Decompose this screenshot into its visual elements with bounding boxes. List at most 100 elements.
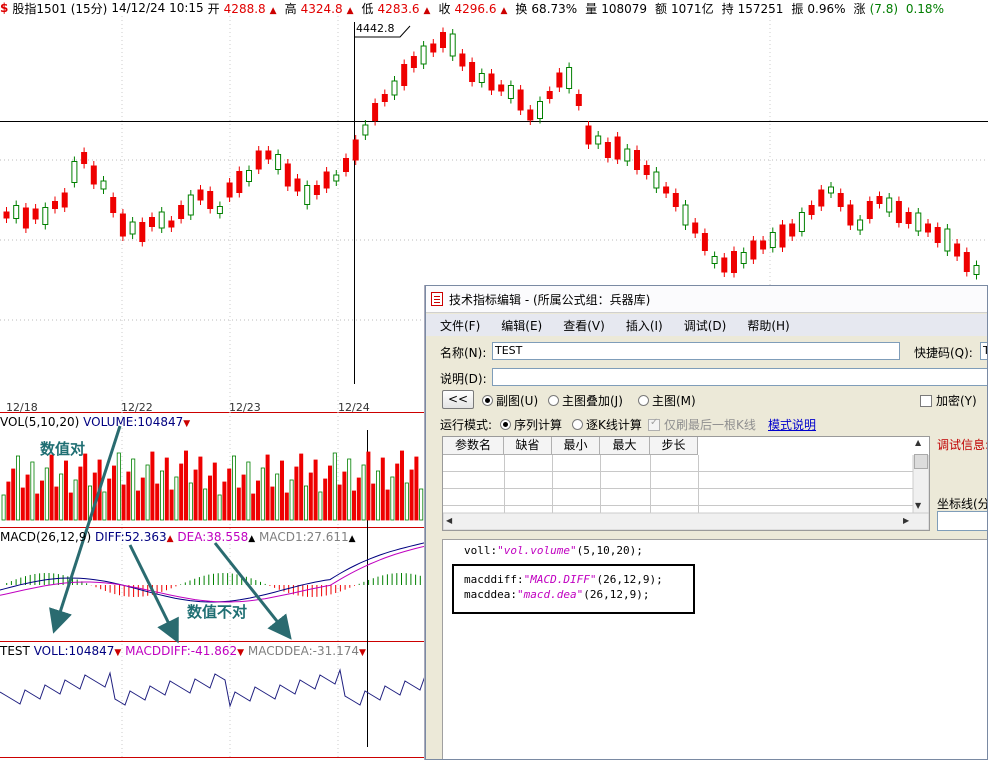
candle-body: [711, 256, 718, 264]
volume-bar: [318, 491, 323, 521]
candle-body: [818, 189, 825, 207]
candle-body: [352, 139, 359, 161]
candle-body: [798, 212, 805, 232]
scroll-up-icon[interactable]: ▲: [915, 438, 921, 447]
volume-bar: [112, 465, 117, 521]
candle-body: [61, 192, 68, 208]
test-macddea-value: MACDDEA:-31.174: [247, 644, 359, 658]
quote-turnover: 换 68.73%: [515, 1, 578, 16]
candle-body: [886, 197, 893, 213]
volume-bar: [73, 479, 78, 521]
candle-body: [585, 125, 592, 145]
candle-body: [362, 124, 369, 136]
menu-help[interactable]: 帮助(H): [733, 317, 796, 334]
axis-line-field[interactable]: [937, 511, 987, 531]
option-overlay[interactable]: 主图叠加(J): [548, 392, 623, 409]
candle-body: [391, 80, 398, 96]
scrollbar-thumb[interactable]: [914, 454, 928, 469]
date-label: 12/18: [6, 401, 38, 414]
candle-body: [323, 171, 330, 189]
volume-bar: [366, 451, 371, 521]
candle-body: [265, 150, 272, 160]
formula-code-editor[interactable]: voll:"vol.volume"(5,10,20); macddiff:"MA…: [442, 539, 987, 759]
candle-body: [100, 180, 107, 190]
volume-bar: [116, 452, 121, 521]
candle-body: [740, 252, 747, 264]
volume-bar: [59, 473, 64, 521]
volume-bar: [64, 460, 69, 521]
volume-bar: [150, 451, 155, 521]
candle-body: [643, 165, 650, 175]
candle-body: [255, 150, 262, 170]
candle-body: [837, 193, 844, 207]
volume-bar: [404, 482, 409, 521]
volume-bar: [308, 472, 313, 521]
shortcut-field[interactable]: T: [980, 342, 987, 360]
scroll-left-icon[interactable]: ◀: [446, 516, 452, 525]
mode-help-link[interactable]: 模式说明: [768, 416, 816, 433]
option-mainchart[interactable]: 主图(M): [638, 392, 696, 409]
parameter-table[interactable]: 参数名 缺省 最小 最大 步长 ▲ ▼ ◀ ▶: [442, 436, 930, 531]
test-layer: [0, 668, 426, 708]
quote-change: 涨 (7.8) 0.18%: [853, 1, 944, 16]
volume-bar: [183, 450, 188, 521]
volume-bar: [174, 476, 179, 521]
menu-debug[interactable]: 调试(D): [670, 317, 734, 334]
param-header-max[interactable]: 最大: [600, 437, 650, 455]
indicator-editor-dialog[interactable]: 技术指标编辑 - (所属公式组：兵器库) 文件(F) 编辑(E) 查看(V) 插…: [425, 285, 988, 760]
candle-body: [595, 135, 602, 145]
volume-bar: [203, 488, 208, 521]
volume-bar: [323, 478, 328, 521]
param-header-default[interactable]: 缺省: [504, 437, 552, 455]
checkbox-icon: [648, 417, 660, 431]
volume-bar: [337, 484, 342, 521]
param-header-step[interactable]: 步长: [650, 437, 698, 455]
test-pane-header: TEST VOLL:104847▼ MACDDIFF:-41.862▼ MACD…: [0, 644, 366, 658]
candle-body: [944, 228, 951, 252]
run-mode-per-bar[interactable]: 逐K线计算: [572, 416, 642, 433]
volume-bar: [327, 465, 332, 521]
axis-line-label: 坐标线(分: [937, 497, 988, 511]
refresh-last-checkbox[interactable]: 仅刷最后一根K线: [648, 416, 756, 433]
volume-bar: [303, 485, 308, 521]
param-header-min[interactable]: 最小: [552, 437, 600, 455]
vol-pane-header: VOL(5,10,20) VOLUME:104847▼: [0, 415, 191, 429]
scroll-down-icon[interactable]: ▼: [915, 501, 921, 510]
test-title: TEST: [0, 644, 30, 658]
candle-body: [71, 161, 78, 183]
candle-body: [527, 109, 534, 121]
scroll-right-icon[interactable]: ▶: [903, 516, 909, 525]
test-macddiff-value: MACDDIFF:-41.862: [125, 644, 238, 658]
menu-edit[interactable]: 编辑(E): [487, 317, 549, 334]
volume-bar: [145, 464, 150, 521]
candle-body: [246, 170, 252, 182]
volume-bar: [131, 458, 136, 521]
name-field[interactable]: TEST: [492, 342, 900, 360]
volume-bar: [284, 492, 289, 521]
param-header-name[interactable]: 参数名: [443, 437, 504, 455]
dialog-titlebar[interactable]: 技术指标编辑 - (所属公式组：兵器库): [426, 286, 987, 313]
volume-bar: [44, 467, 49, 521]
volume-bar: [270, 486, 275, 521]
macd-dea-line: [0, 545, 426, 603]
volume-bar: [361, 464, 366, 521]
run-mode-sequence[interactable]: 序列计算: [500, 416, 562, 433]
candle-body: [226, 182, 233, 198]
volume-bar: [380, 457, 385, 521]
candle-body: [517, 89, 524, 111]
description-field[interactable]: [492, 368, 987, 386]
menu-view[interactable]: 查看(V): [549, 317, 612, 334]
volume-bar: [1, 494, 6, 521]
menu-insert[interactable]: 插入(I): [612, 317, 670, 334]
code-line: macddiff:"MACD.DIFF"(26,12,9);: [464, 573, 663, 586]
code-line: voll:"vol.volume"(5,10,20);: [464, 544, 643, 557]
volume-bar: [68, 492, 73, 521]
menu-file[interactable]: 文件(F): [426, 317, 487, 334]
encrypt-checkbox[interactable]: 加密(Y): [920, 392, 977, 409]
collapse-button[interactable]: <<: [442, 390, 474, 409]
candle-body: [915, 212, 922, 232]
candle-body: [197, 189, 204, 201]
volume-bar: [246, 461, 251, 521]
volume-bar: [289, 479, 294, 521]
option-subchart[interactable]: 副图(U): [482, 392, 538, 409]
